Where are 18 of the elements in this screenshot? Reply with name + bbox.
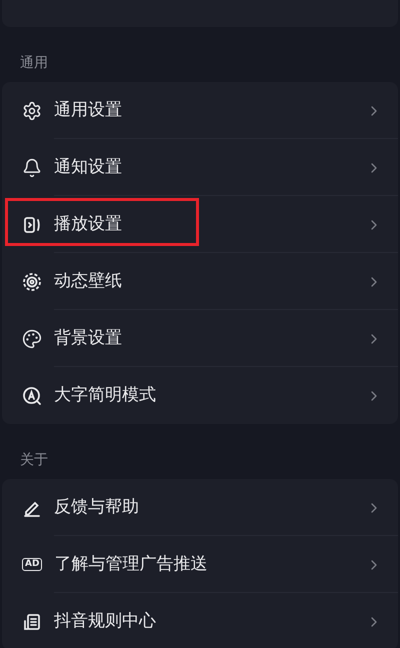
phone-play-icon [22,214,42,234]
settings-icon [22,100,42,120]
bell-icon [22,158,42,178]
settings-row[interactable]: 通知设置 [2,139,398,196]
letter-search-icon [22,386,42,406]
settings-row[interactable]: 反馈与帮助 [2,479,398,536]
settings-row[interactable]: 播放设置 [2,196,398,253]
settings-row[interactable]: 抖音规则中心 [2,593,398,648]
section-header: 通用 [19,54,49,73]
target-icon [22,272,42,292]
palette-icon [22,328,42,348]
document-icon [22,612,42,632]
ad-icon: AD [22,558,42,571]
section-header: 关于 [19,451,49,470]
settings-row[interactable]: 背景设置 [2,310,398,367]
settings-row[interactable]: 动态壁纸 [2,253,398,310]
settings-row[interactable]: 大字简明模式 [2,367,398,424]
settings-row[interactable]: 通用设置 [2,82,398,139]
